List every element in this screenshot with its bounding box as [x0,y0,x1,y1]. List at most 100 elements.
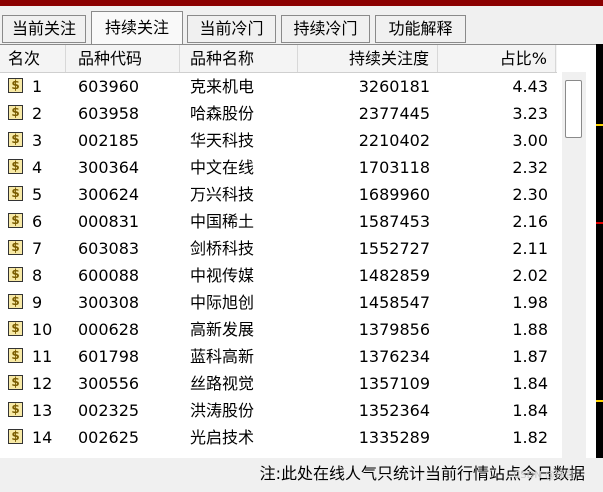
table-row[interactable]: $4 300364 中文在线 1703118 2.32 [0,154,557,181]
dollar-icon: $ [8,240,23,255]
table-row[interactable]: $13 002325 洪涛股份 1352364 1.84 [0,397,557,424]
cell-attention: 1587453 [358,212,430,231]
dollar-icon: $ [8,294,23,309]
dollar-icon: $ [8,159,23,174]
cell-rank: 3 [32,131,43,150]
cell-rank: 9 [32,293,43,312]
cell-code: 300308 [78,293,140,312]
cell-code: 300364 [78,158,140,177]
tab-continuous-cold[interactable]: 持续冷门 [281,15,370,43]
cell-code: 603083 [78,239,140,258]
dollar-icon: $ [8,213,23,228]
table-row[interactable]: $9 300308 中际旭创 1458547 1.98 [0,289,557,316]
cell-name: 中文在线 [190,158,255,177]
cell-rank: 12 [32,374,53,393]
dollar-icon: $ [8,78,23,93]
cell-rank: 7 [32,239,43,258]
cell-percent: 1.98 [512,293,548,312]
cell-code: 002185 [78,131,140,150]
tab-function-explain[interactable]: 功能解释 [375,15,466,43]
footer-bar: 注:此处在线人气只统计当前行情站点今日数据 CSDN @锋哥 [0,458,603,490]
cell-code: 000628 [78,320,140,339]
cell-attention: 2210402 [358,131,430,150]
cell-code: 002625 [78,428,140,447]
cell-code: 601798 [78,347,140,366]
cell-percent: 3.00 [512,131,548,150]
cell-attention: 1458547 [358,293,430,312]
dollar-icon: $ [8,267,23,282]
tab-current-attention[interactable]: 当前关注 [2,15,86,43]
table-header: 名次 品种代码 品种名称 持续关注度 占比% [0,45,557,73]
cell-rank: 6 [32,212,43,231]
cell-percent: 1.87 [512,347,548,366]
tab-bar: 当前关注 持续关注 当前冷门 持续冷门 功能解释 [0,11,603,45]
table-row[interactable]: $6 000831 中国稀土 1587453 2.16 [0,208,557,235]
table-row[interactable]: $10 000628 高新发展 1379856 1.88 [0,316,557,343]
cell-percent: 1.82 [512,428,548,447]
cell-code: 600088 [78,266,140,285]
table-row[interactable]: $12 300556 丝路视觉 1357109 1.84 [0,370,557,397]
dollar-icon: $ [8,348,23,363]
table-row[interactable]: $14 002625 光启技术 1335289 1.82 [0,424,557,451]
cell-code: 300624 [78,185,140,204]
cell-percent: 3.23 [512,104,548,123]
ranking-table: 名次 品种代码 品种名称 持续关注度 占比% $1 603960 克来机电 32601… [0,44,603,459]
cell-name: 万兴科技 [190,185,255,204]
cell-percent: 4.43 [512,77,548,96]
cell-rank: 11 [32,347,53,366]
cell-percent: 2.30 [512,185,548,204]
cell-percent: 2.16 [512,212,548,231]
column-header-code[interactable]: 品种代码 [66,45,180,72]
cell-name: 洪涛股份 [190,401,255,420]
cell-rank: 8 [32,266,43,285]
cell-rank: 4 [32,158,43,177]
cell-attention: 1357109 [358,374,430,393]
cell-percent: 1.84 [512,374,548,393]
vertical-scrollbar[interactable] [562,72,586,459]
cell-name: 蓝科高新 [190,347,255,366]
dollar-icon: $ [8,132,23,147]
cell-name: 中视传媒 [190,266,255,285]
title-bar-strip [0,0,603,6]
cell-code: 000831 [78,212,140,231]
table-row[interactable]: $2 603958 哈森股份 2377445 3.23 [0,100,557,127]
cell-name: 中国稀土 [190,212,255,231]
cell-attention: 1352364 [358,401,430,420]
watermark: CSDN @锋哥 [513,470,575,481]
tab-current-cold[interactable]: 当前冷门 [187,15,276,43]
table-row[interactable]: $3 002185 华天科技 2210402 3.00 [0,127,557,154]
dollar-icon: $ [8,375,23,390]
cell-rank: 13 [32,401,53,420]
cell-name: 中际旭创 [190,293,255,312]
cell-name: 光启技术 [190,428,255,447]
column-header-name[interactable]: 品种名称 [180,45,298,72]
cell-name: 剑桥科技 [190,239,255,258]
cell-attention: 1689960 [358,185,430,204]
dollar-icon: $ [8,429,23,444]
cell-percent: 2.02 [512,266,548,285]
table-row[interactable]: $8 600088 中视传媒 1482859 2.02 [0,262,557,289]
cell-attention: 1482859 [358,266,430,285]
tab-continuous-attention[interactable]: 持续关注 [91,11,183,45]
dollar-icon: $ [8,402,23,417]
table-row[interactable]: $5 300624 万兴科技 1689960 2.30 [0,181,557,208]
cell-rank: 5 [32,185,43,204]
table-row[interactable]: $11 601798 蓝科高新 1376234 1.87 [0,343,557,370]
dollar-icon: $ [8,186,23,201]
column-header-rank[interactable]: 名次 [0,45,66,72]
cell-code: 603960 [78,77,140,96]
cell-code: 603958 [78,104,140,123]
cell-attention: 3260181 [358,77,430,96]
column-header-percent[interactable]: 占比% [438,45,556,72]
chart-edge-mark [596,222,603,224]
dollar-icon: $ [8,321,23,336]
scrollbar-thumb[interactable] [565,80,582,138]
column-header-attention[interactable]: 持续关注度 [298,45,438,72]
cell-attention: 1379856 [358,320,430,339]
table-row[interactable]: $1 603960 克来机电 3260181 4.43 [0,73,557,100]
chart-edge-mark [596,400,603,402]
cell-percent: 2.11 [512,239,548,258]
cell-name: 哈森股份 [190,104,255,123]
cell-rank: 10 [32,320,53,339]
table-row[interactable]: $7 603083 剑桥科技 1552727 2.11 [0,235,557,262]
